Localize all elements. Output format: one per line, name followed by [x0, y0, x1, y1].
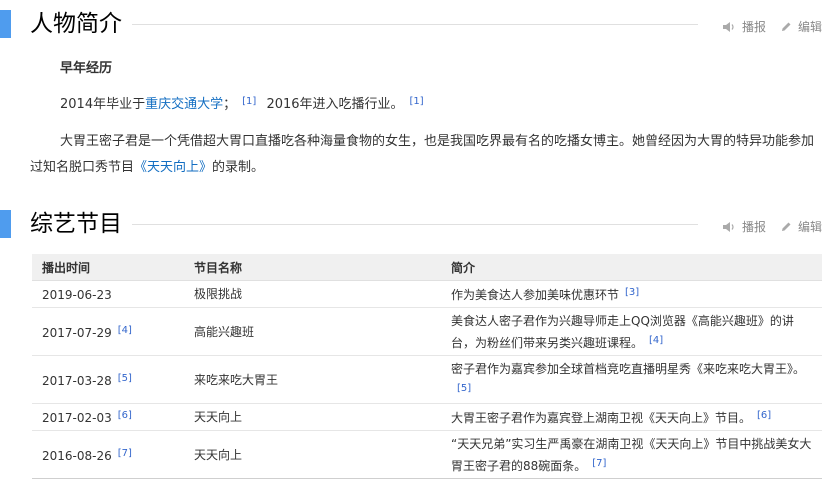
section-header-variety: 综艺节目 播报 编辑: [0, 210, 828, 242]
section-divider: [132, 24, 698, 25]
table-header-row: 播出时间 节目名称 简介: [32, 254, 822, 281]
paragraph-text: ；: [223, 97, 237, 112]
paragraph-text: 2014年毕业于: [60, 97, 146, 112]
desc-text: 作为美食达人参加美味优惠环节: [451, 288, 620, 302]
citation-link[interactable]: [3]: [625, 287, 639, 298]
paragraph-text: 2016年进入吃播行业。: [266, 97, 404, 112]
date-text: 2016-08-26: [42, 448, 112, 463]
play-label: 播报: [741, 220, 766, 234]
citation-link[interactable]: [6]: [118, 410, 132, 421]
cell-desc: “天天兄弟”实习生严禹豪在湖南卫视《天天向上》节目中挑战美女大胃王密子君的88碗…: [441, 430, 822, 479]
citation-link[interactable]: [7]: [592, 458, 606, 469]
table-row: 2017-07-29 [4] 高能兴趣班 美食达人密子君作为兴趣导师走上QQ浏览器…: [32, 307, 822, 356]
citation-link[interactable]: [6]: [757, 410, 771, 421]
cell-date: 2017-07-29 [4]: [32, 307, 184, 356]
table-row: 2017-02-03 [6] 天天向上 大胃王密子君作为嘉宾登上湖南卫视《天天向上…: [32, 403, 822, 431]
date-text: 2017-03-28: [42, 373, 112, 388]
date-text: 2019-06-23: [42, 288, 112, 302]
cell-date: 2019-06-23: [32, 280, 184, 308]
column-header-desc: 简介: [441, 254, 822, 281]
cell-name: 高能兴趣班: [184, 307, 441, 356]
desc-text: “天天兄弟”实习生严禹豪在湖南卫视《天天向上》节目中挑战美女大胃王密子君的88碗…: [451, 436, 812, 473]
date-text: 2017-02-03: [42, 411, 112, 425]
section-accent-bar: [0, 10, 11, 38]
show-link[interactable]: 《天天向上》: [134, 160, 212, 175]
section-title: 综艺节目: [30, 211, 122, 237]
variety-table: 播出时间 节目名称 简介 2019-06-23 极限挑战 作为美食达人参加美味优…: [32, 254, 822, 479]
pencil-icon: [781, 222, 791, 231]
section-tools: 播报 编辑: [722, 18, 822, 35]
citation-link[interactable]: [5]: [457, 383, 471, 394]
table-row: 2019-06-23 极限挑战 作为美食达人参加美味优惠环节 [3]: [32, 280, 822, 308]
paragraph-bio: 大胃王密子君是一个凭借超大胃口直播吃各种海量食物的女生，也是我国吃界最有名的吃播…: [30, 129, 820, 181]
desc-text: 密子君作为嘉宾参加全球首档竞吃直播明星秀《来吃来吃大胃王》。: [451, 361, 806, 376]
play-label: 播报: [741, 20, 766, 34]
desc-text: 大胃王密子君作为嘉宾登上湖南卫视《天天向上》节目。: [451, 411, 752, 425]
edit-button[interactable]: 编辑: [780, 18, 822, 35]
desc-text: 美食达人密子君作为兴趣导师走上QQ浏览器《高能兴趣班》的讲台，为粉丝们带来另类兴…: [451, 313, 794, 350]
play-button[interactable]: 播报: [722, 18, 766, 35]
edit-label: 编辑: [797, 220, 822, 234]
date-text: 2017-07-29: [42, 325, 112, 340]
citation-link[interactable]: [1]: [410, 96, 424, 107]
cell-name: 来吃来吃大胃王: [184, 355, 441, 404]
cell-name: 天天向上: [184, 430, 441, 479]
sub-heading: 早年经历: [60, 61, 113, 76]
cell-desc: 作为美食达人参加美味优惠环节 [3]: [441, 280, 822, 308]
cell-desc: 美食达人密子君作为兴趣导师走上QQ浏览器《高能兴趣班》的讲台，为粉丝们带来另类兴…: [441, 307, 822, 356]
cell-date: 2016-08-26 [7]: [32, 430, 184, 479]
paragraph-text: 的录制。: [212, 160, 265, 175]
edit-button[interactable]: 编辑: [780, 218, 822, 235]
citation-link[interactable]: [7]: [118, 448, 132, 459]
section-divider: [132, 224, 698, 225]
section-title: 人物简介: [30, 11, 122, 37]
pencil-icon: [781, 22, 791, 31]
table-row: 2016-08-26 [7] 天天向上 “天天兄弟”实习生严禹豪在湖南卫视《天天向…: [32, 430, 822, 479]
column-header-name: 节目名称: [184, 254, 441, 281]
section-accent-bar: [0, 210, 11, 238]
citation-link[interactable]: [1]: [242, 96, 256, 107]
cell-date: 2017-02-03 [6]: [32, 403, 184, 431]
university-link[interactable]: 重庆交通大学: [145, 97, 223, 112]
paragraph-education: 2014年毕业于重庆交通大学； [1] 2016年进入吃播行业。 [1]: [30, 89, 820, 118]
cell-date: 2017-03-28 [5]: [32, 355, 184, 404]
citation-link[interactable]: [4]: [649, 335, 663, 346]
edit-label: 编辑: [797, 20, 822, 34]
section-tools: 播报 编辑: [722, 218, 822, 235]
cell-name: 极限挑战: [184, 280, 441, 308]
cell-desc: 大胃王密子君作为嘉宾登上湖南卫视《天天向上》节目。 [6]: [441, 403, 822, 431]
cell-name: 天天向上: [184, 403, 441, 431]
citation-link[interactable]: [4]: [118, 325, 132, 336]
column-header-date: 播出时间: [32, 254, 184, 281]
speaker-icon: [722, 21, 734, 32]
cell-desc: 密子君作为嘉宾参加全球首档竞吃直播明星秀《来吃来吃大胃王》。 [5]: [441, 355, 822, 404]
play-button[interactable]: 播报: [722, 218, 766, 235]
table-row: 2017-03-28 [5] 来吃来吃大胃王 密子君作为嘉宾参加全球首档竞吃直播明…: [32, 355, 822, 404]
citation-link[interactable]: [5]: [118, 373, 132, 384]
speaker-icon: [722, 221, 734, 232]
section-header-intro: 人物简介 播报 编辑: [0, 10, 828, 42]
